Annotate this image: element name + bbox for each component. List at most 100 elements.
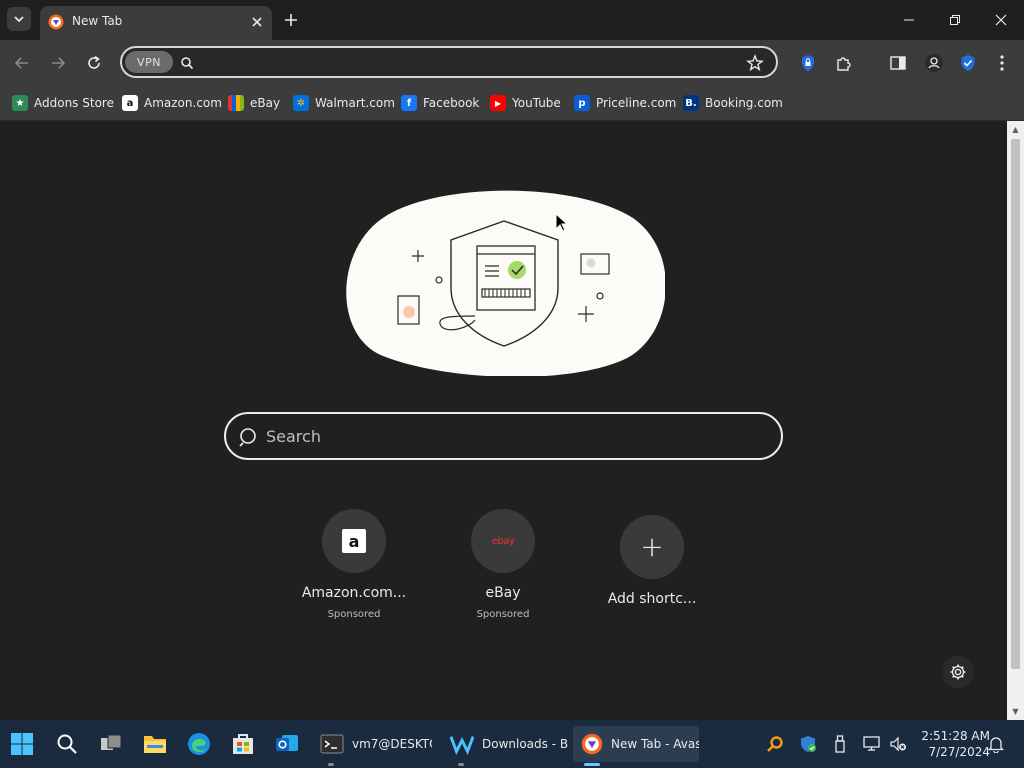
ebay-icon bbox=[228, 95, 244, 111]
notifications-bell-icon[interactable] bbox=[986, 734, 1006, 754]
shortcut-ebay[interactable]: ebay eBay Sponsored bbox=[448, 509, 558, 620]
tray-search-magnifier-icon[interactable] bbox=[765, 734, 785, 754]
bookmark-amazon[interactable]: a Amazon.com bbox=[122, 93, 222, 113]
folder-icon bbox=[144, 736, 166, 753]
vpn-button[interactable]: VPN bbox=[125, 51, 173, 73]
search-icon bbox=[238, 426, 260, 448]
scroll-up-arrow-icon[interactable]: ▲ bbox=[1011, 125, 1020, 134]
amazon-icon: a bbox=[342, 529, 366, 553]
system-clock[interactable]: 2:51:28 AM 7/27/2024 bbox=[912, 728, 990, 760]
windows-taskbar: vm7@DESKTOP Downloads - B New Tab - Avas… bbox=[0, 720, 1024, 768]
taskbar-downloads[interactable]: Downloads - B bbox=[442, 726, 568, 762]
customize-settings-button[interactable] bbox=[942, 656, 974, 688]
edge-browser-icon bbox=[188, 733, 210, 755]
taskbar-active-indicator bbox=[584, 763, 600, 766]
taskbar-terminal[interactable]: vm7@DESKTOP bbox=[312, 726, 432, 762]
tray-volume-muted-icon[interactable] bbox=[888, 734, 908, 754]
file-explorer-button[interactable] bbox=[139, 728, 171, 760]
page-scrollbar[interactable]: ▲ ▼ bbox=[1007, 121, 1024, 720]
bookmark-label: Booking.com bbox=[705, 96, 783, 110]
close-window-button[interactable] bbox=[978, 0, 1024, 40]
shortcut-amazon[interactable]: a Amazon.com... Sponsored bbox=[299, 509, 409, 620]
restore-button[interactable] bbox=[932, 0, 978, 40]
outlook-icon bbox=[276, 735, 298, 751]
bookmark-walmart[interactable]: ✲ Walmart.com bbox=[293, 93, 395, 113]
bookmark-ebay[interactable]: eBay bbox=[228, 93, 280, 113]
avast-shield-icon[interactable] bbox=[958, 53, 978, 73]
side-panel-icon[interactable] bbox=[888, 53, 908, 73]
bookmark-label: Facebook bbox=[423, 96, 480, 110]
mouse-cursor-icon bbox=[555, 213, 569, 232]
profile-avatar-icon[interactable] bbox=[924, 53, 944, 73]
shortcut-icon-container: ebay bbox=[471, 509, 535, 573]
bookmarks-bar: ★ Addons Store a Amazon.com eBay ✲ Walma… bbox=[0, 86, 1024, 121]
tab-close-icon[interactable] bbox=[250, 15, 264, 29]
menu-kebab-icon[interactable] bbox=[992, 53, 1012, 73]
bookmark-label: Priceline.com bbox=[596, 96, 677, 110]
clock-time: 2:51:28 AM bbox=[921, 729, 990, 743]
outlook-button[interactable] bbox=[271, 728, 303, 760]
shortcut-add[interactable]: + Add shortc... bbox=[597, 509, 707, 607]
vpn-lock-extension-icon[interactable] bbox=[798, 53, 818, 73]
amazon-icon-letter: a bbox=[348, 531, 360, 551]
bookmark-facebook[interactable]: f Facebook bbox=[401, 93, 479, 113]
forward-button[interactable] bbox=[48, 53, 68, 73]
terminal-icon bbox=[320, 732, 344, 756]
plus-icon bbox=[285, 14, 297, 26]
taskbar-avast-browser[interactable]: New Tab - Avast bbox=[573, 726, 699, 762]
vpn-label: VPN bbox=[137, 55, 161, 69]
tab-search-button[interactable] bbox=[7, 7, 31, 31]
bookmark-addons-store[interactable]: ★ Addons Store bbox=[12, 93, 114, 113]
addons-store-icon: ★ bbox=[12, 95, 28, 111]
new-tab-page: Search a Amazon.com... Sponsored ebay eB… bbox=[0, 121, 1007, 720]
shortcut-icon-container: + bbox=[620, 515, 684, 579]
arrow-right-icon bbox=[52, 57, 66, 69]
tab-strip: New Tab bbox=[0, 0, 1024, 40]
task-view-icon bbox=[101, 734, 122, 750]
priceline-icon: p bbox=[574, 95, 590, 111]
reload-icon bbox=[88, 55, 100, 69]
reload-button[interactable] bbox=[84, 53, 104, 73]
ntp-search-box[interactable]: Search bbox=[224, 412, 783, 460]
extensions-puzzle-icon[interactable] bbox=[834, 53, 854, 73]
bookmark-youtube[interactable]: ▶ YouTube bbox=[490, 93, 561, 113]
bookmark-label: YouTube bbox=[512, 96, 561, 110]
minimize-button[interactable] bbox=[886, 0, 932, 40]
bookmark-star-icon[interactable] bbox=[746, 54, 764, 72]
bookmark-priceline[interactable]: p Priceline.com bbox=[574, 93, 676, 113]
search-placeholder: Search bbox=[266, 427, 321, 446]
store-icon bbox=[233, 734, 253, 754]
amazon-icon: a bbox=[122, 95, 138, 111]
plus-icon: + bbox=[640, 530, 664, 563]
taskbar-search-button[interactable] bbox=[51, 728, 83, 760]
facebook-icon: f bbox=[401, 95, 417, 111]
shortcut-icon-container: a bbox=[322, 509, 386, 573]
taskbar-task-label: New Tab - Avast bbox=[611, 737, 699, 751]
tray-security-shield-icon[interactable] bbox=[798, 734, 818, 754]
close-icon bbox=[995, 14, 1007, 26]
tray-usb-device-icon[interactable] bbox=[830, 734, 850, 754]
taskbar-task-label: Downloads - B bbox=[482, 737, 568, 751]
back-button[interactable] bbox=[12, 53, 32, 73]
address-bar[interactable]: VPN bbox=[120, 46, 778, 78]
minimize-icon bbox=[904, 19, 914, 21]
scroll-down-arrow-icon[interactable]: ▼ bbox=[1011, 707, 1020, 716]
bookmark-label: Walmart.com bbox=[315, 96, 395, 110]
tray-network-icon[interactable] bbox=[862, 734, 882, 754]
tab-new-tab[interactable]: New Tab bbox=[40, 6, 272, 40]
youtube-icon: ▶ bbox=[490, 95, 506, 111]
bookmark-label: eBay bbox=[250, 96, 281, 110]
clock-date: 7/27/2024 bbox=[928, 745, 990, 759]
start-button[interactable] bbox=[6, 728, 38, 760]
walmart-spark-icon: ✲ bbox=[293, 95, 309, 111]
restore-icon bbox=[950, 15, 960, 25]
wise-w-icon bbox=[450, 732, 474, 756]
bookmark-booking[interactable]: B. Booking.com bbox=[683, 93, 783, 113]
new-tab-button[interactable] bbox=[282, 11, 300, 29]
scroll-thumb[interactable] bbox=[1011, 139, 1020, 669]
tab-title: New Tab bbox=[72, 14, 123, 28]
edge-button[interactable] bbox=[183, 728, 215, 760]
task-view-button[interactable] bbox=[95, 728, 127, 760]
store-button[interactable] bbox=[227, 728, 259, 760]
avast-browser-icon bbox=[48, 14, 64, 30]
